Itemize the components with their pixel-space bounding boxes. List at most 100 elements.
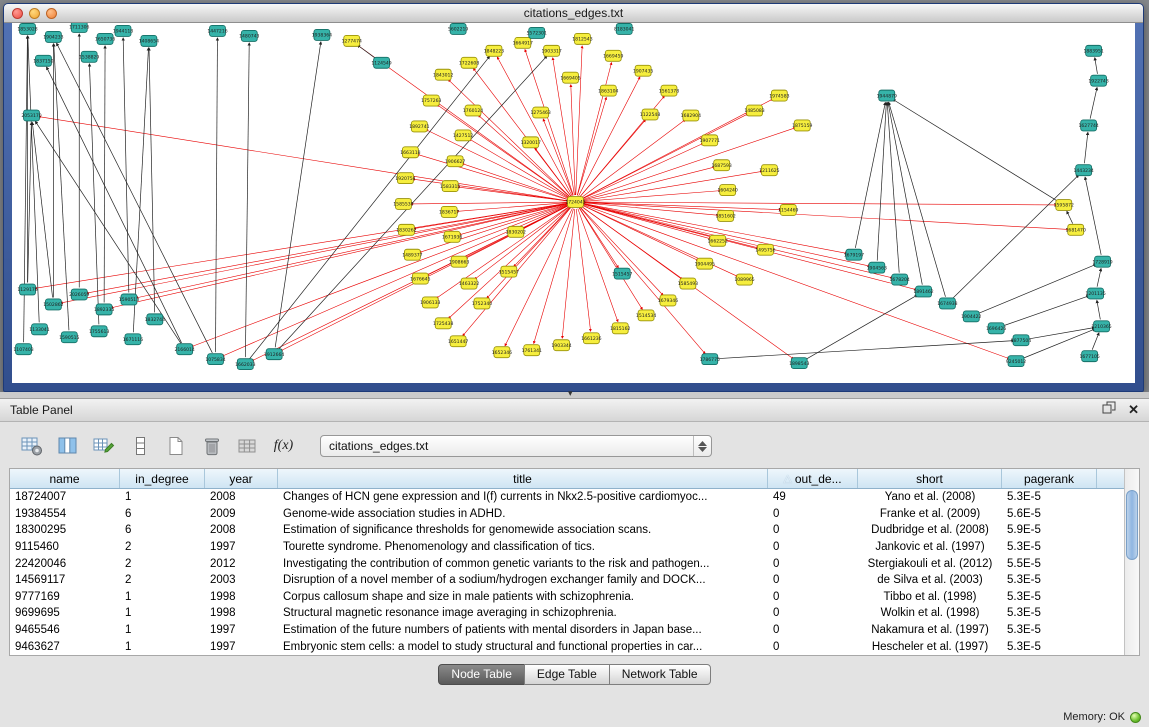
graph-node[interactable]: 1755613 bbox=[89, 326, 109, 337]
graph-node[interactable]: 1728919 bbox=[1092, 256, 1112, 267]
graph-edge[interactable] bbox=[582, 202, 1056, 205]
graph-edge[interactable] bbox=[582, 167, 715, 200]
graph-edge[interactable] bbox=[717, 341, 1014, 359]
graph-edge[interactable] bbox=[579, 208, 618, 268]
table-row[interactable]: 969969511998Structural magnetic resonanc… bbox=[10, 605, 1139, 622]
graph-node[interactable]: 1585530 bbox=[393, 199, 413, 210]
graph-edge[interactable] bbox=[978, 264, 1096, 313]
graph-node[interactable]: 1891462 bbox=[913, 286, 933, 297]
graph-node[interactable]: 1883951 bbox=[1083, 45, 1103, 56]
graph-node[interactable]: 1583315 bbox=[440, 181, 460, 192]
graph-edge[interactable] bbox=[571, 85, 575, 195]
graph-edge[interactable] bbox=[582, 204, 1009, 358]
graph-node[interactable]: 1903344 bbox=[551, 340, 571, 351]
graph-node[interactable]: 1671116 bbox=[123, 334, 143, 345]
graph-node[interactable]: 1906627 bbox=[445, 156, 465, 167]
graph-node[interactable]: 1679346 bbox=[658, 295, 678, 306]
graph-node[interactable]: 1650736 bbox=[95, 33, 115, 44]
graph-node[interactable]: 1907771 bbox=[700, 135, 720, 146]
graph-edge[interactable] bbox=[357, 45, 376, 59]
graph-node[interactable]: 1843012 bbox=[433, 69, 453, 80]
graph-node[interactable]: 9245012 bbox=[1006, 356, 1026, 367]
graph-node[interactable]: 1604240 bbox=[717, 185, 737, 196]
graph-node[interactable]: 2166014 bbox=[174, 344, 194, 355]
vertical-scrollbar[interactable] bbox=[1124, 469, 1139, 655]
graph-node[interactable]: 1761341 bbox=[522, 345, 542, 356]
graph-node[interactable]: 1944879 bbox=[877, 90, 897, 101]
graph-node[interactable]: 1681470 bbox=[1066, 224, 1086, 235]
graph-node[interactable]: 1832744 bbox=[145, 314, 165, 325]
graph-node[interactable]: 1514534 bbox=[636, 310, 656, 321]
graph-edge[interactable] bbox=[582, 205, 699, 261]
graph-edge[interactable] bbox=[889, 102, 946, 296]
graph-node[interactable]: 1830202 bbox=[506, 226, 526, 237]
graph-node[interactable]: 1830262 bbox=[396, 224, 416, 235]
graph-node[interactable]: 1837150 bbox=[33, 55, 53, 66]
graph-node[interactable]: 1912664 bbox=[264, 349, 284, 360]
graph-edge[interactable] bbox=[576, 46, 582, 195]
graph-node[interactable]: 1201135 bbox=[1085, 288, 1105, 299]
graph-edge[interactable] bbox=[1095, 58, 1098, 74]
graph-node[interactable]: 1447216 bbox=[207, 25, 227, 36]
graph-edge[interactable] bbox=[579, 208, 642, 310]
column-header-short[interactable]: short bbox=[858, 469, 1002, 488]
graph-edge[interactable] bbox=[887, 103, 899, 273]
graph-edge[interactable] bbox=[410, 202, 568, 204]
close-window-button[interactable] bbox=[12, 8, 23, 19]
graph-node[interactable]: 1129176 bbox=[17, 284, 37, 295]
graph-edge[interactable] bbox=[1067, 211, 1073, 223]
graph-edge[interactable] bbox=[32, 122, 52, 297]
network-canvas[interactable]: 1724043184301217572631892741166311819207… bbox=[12, 23, 1135, 383]
graph-edge[interactable] bbox=[877, 103, 886, 261]
graph-node[interactable]: 1757263 bbox=[421, 95, 441, 106]
column-header-in_degree[interactable]: in_degree bbox=[120, 469, 205, 488]
graph-edge[interactable] bbox=[89, 64, 98, 325]
graph-edge[interactable] bbox=[576, 209, 590, 331]
graph-edge[interactable] bbox=[24, 36, 28, 342]
column-header-pagerank[interactable]: pagerank bbox=[1002, 469, 1097, 488]
graph-edge[interactable] bbox=[1092, 333, 1099, 350]
graph-edge[interactable] bbox=[487, 207, 571, 298]
table-row[interactable]: 2242004622012Investigating the contribut… bbox=[10, 555, 1139, 572]
tab-network-table[interactable]: Network Table bbox=[609, 664, 711, 685]
graph-node[interactable]: 1427512 bbox=[453, 130, 473, 141]
graph-edge[interactable] bbox=[855, 102, 885, 247]
graph-node[interactable]: 1662252 bbox=[708, 235, 728, 246]
graph-node[interactable]: 1561378 bbox=[659, 85, 679, 96]
graph-edge[interactable] bbox=[1090, 87, 1097, 118]
graph-node[interactable]: 1075834 bbox=[205, 354, 225, 365]
graph-node[interactable]: 1463322 bbox=[459, 278, 479, 289]
graph-node[interactable]: 1851602 bbox=[715, 210, 735, 221]
graph-node[interactable]: 1922743 bbox=[1088, 75, 1108, 86]
graph-edge[interactable] bbox=[104, 46, 105, 303]
close-panel-icon[interactable]: ✕ bbox=[1128, 402, 1139, 418]
graph-node[interactable]: 1906133 bbox=[420, 297, 440, 308]
graph-node[interactable]: 1515457 bbox=[499, 266, 519, 277]
graph-edge[interactable] bbox=[60, 203, 568, 303]
graph-edge[interactable] bbox=[577, 63, 611, 196]
graph-node[interactable]: 1724043 bbox=[565, 197, 585, 208]
graph-edge[interactable] bbox=[1084, 132, 1087, 163]
graph-node[interactable]: 1836717 bbox=[439, 206, 459, 217]
graph-edge[interactable] bbox=[888, 102, 922, 284]
graph-edge[interactable] bbox=[28, 122, 32, 282]
graph-node[interactable]: 1652346 bbox=[492, 347, 512, 358]
graph-node[interactable]: 5602219 bbox=[448, 23, 468, 34]
graph-edge[interactable] bbox=[111, 204, 569, 308]
graph-node[interactable]: 1903317 bbox=[541, 45, 561, 56]
graph-node[interactable]: 1904233 bbox=[43, 31, 63, 42]
graph-edge[interactable] bbox=[86, 203, 569, 293]
graph-node[interactable]: 1679197 bbox=[844, 249, 864, 260]
graph-node[interactable]: 1678204 bbox=[890, 274, 910, 285]
table-row[interactable]: 977716911998Corpus callosum shape and si… bbox=[10, 589, 1139, 606]
graph-node[interactable]: 1696426 bbox=[986, 323, 1006, 334]
graph-node[interactable]: 1651447 bbox=[448, 336, 468, 347]
graph-node[interactable]: 1480743 bbox=[239, 30, 259, 41]
graph-edge[interactable] bbox=[582, 204, 711, 239]
graph-node[interactable]: 1674938 bbox=[937, 298, 957, 309]
graph-node[interactable]: 1904422 bbox=[961, 311, 981, 322]
table-settings-button[interactable] bbox=[18, 434, 45, 459]
table-row[interactable]: 1872400712008Changes of HCN gene express… bbox=[10, 489, 1139, 506]
delete-button[interactable] bbox=[198, 434, 225, 459]
graph-edge[interactable] bbox=[412, 179, 568, 201]
